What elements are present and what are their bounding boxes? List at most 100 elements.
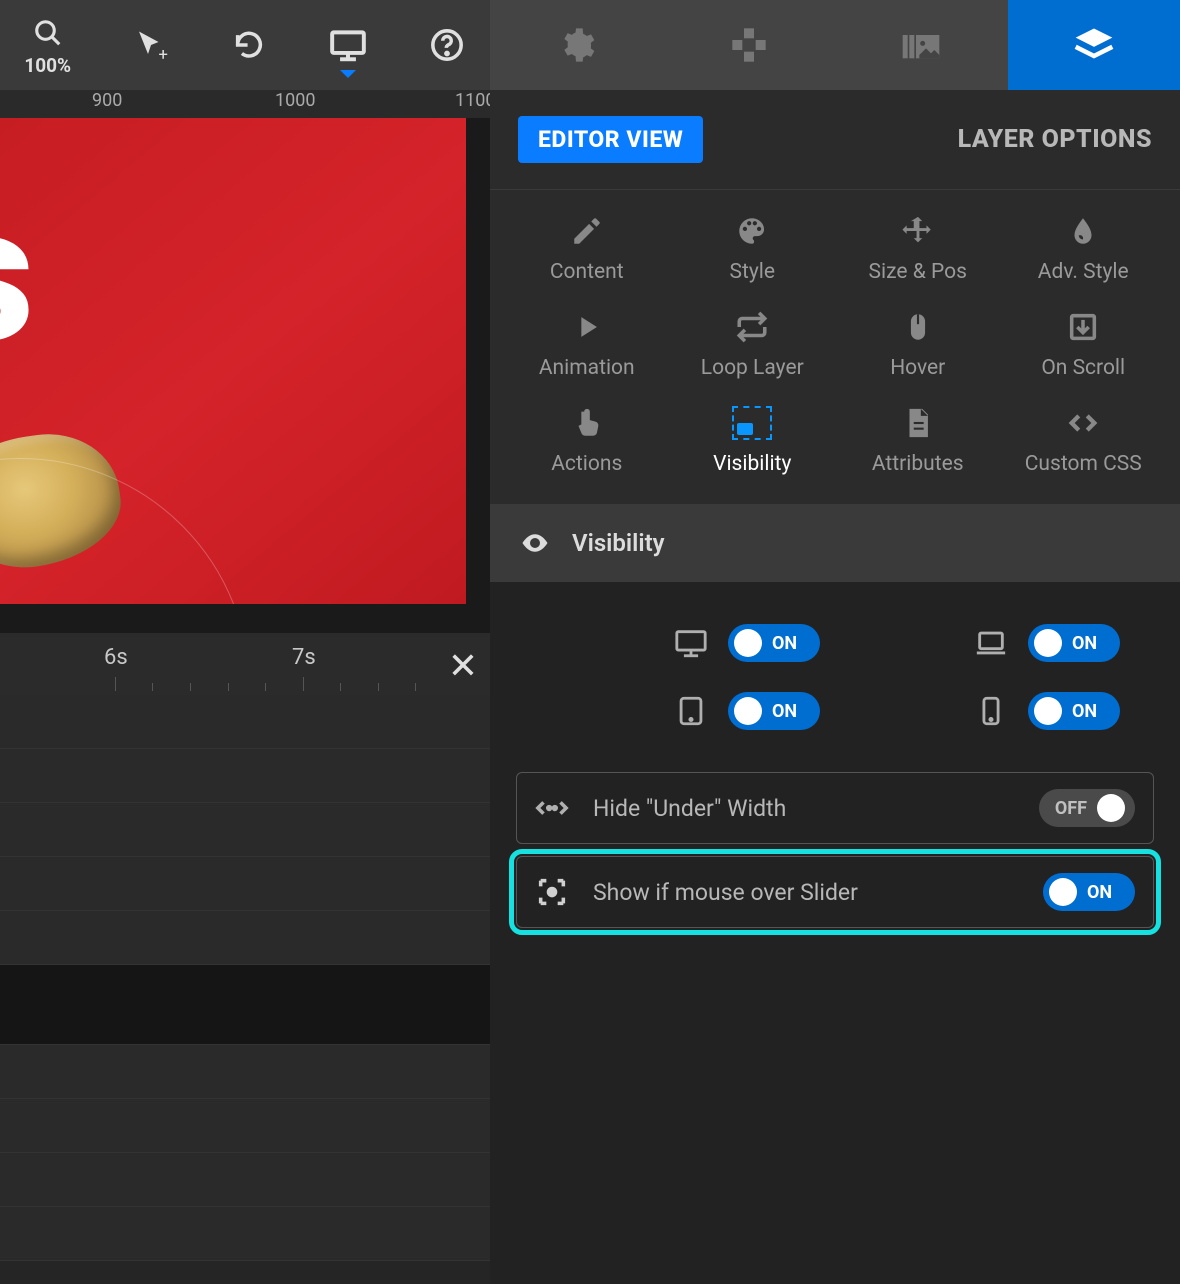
toggle-desktop[interactable]: ON <box>728 624 820 662</box>
opt-label: Hover <box>890 356 945 380</box>
layer-options-title: LAYER OPTIONS <box>958 125 1152 154</box>
loop-icon <box>735 310 769 344</box>
timeline-row[interactable] <box>0 695 490 749</box>
help-tool[interactable] <box>428 26 466 64</box>
vis-tablet: ON <box>674 692 820 730</box>
desktop-icon <box>329 26 367 64</box>
desktop-icon <box>674 626 708 660</box>
timeline-row[interactable] <box>0 1207 490 1261</box>
row-show-if-mouseover: Show if mouse over Slider ON <box>516 856 1154 928</box>
width-icon <box>535 791 569 825</box>
timeline-row[interactable] <box>0 749 490 803</box>
opt-adv-style[interactable]: Adv. Style <box>1001 214 1167 284</box>
move-icon <box>901 214 935 248</box>
ruler-mark: 1100 <box>455 90 490 111</box>
play-icon <box>570 310 604 344</box>
close-icon[interactable]: ✕ <box>448 645 478 687</box>
zoom-tool[interactable]: 100% <box>24 14 71 77</box>
toggle-label: ON <box>1072 633 1097 654</box>
canvas-text-layer[interactable]: ness <box>0 164 25 386</box>
tab-layers[interactable] <box>1008 0 1180 90</box>
canvas-area[interactable]: ness <box>0 118 490 633</box>
timeline-row[interactable] <box>0 803 490 857</box>
timeline-row[interactable] <box>0 1153 490 1207</box>
panel-tabs <box>490 0 1180 90</box>
timeline-row[interactable] <box>0 857 490 911</box>
palette-icon <box>735 214 769 248</box>
timeline-row[interactable] <box>0 1099 490 1153</box>
slide-canvas[interactable]: ness <box>0 118 466 604</box>
tablet-icon <box>674 694 708 728</box>
vis-desktop: ON <box>674 624 820 662</box>
timeline-row[interactable] <box>0 965 490 1045</box>
opt-on-scroll[interactable]: On Scroll <box>1001 310 1167 380</box>
opt-hover[interactable]: Hover <box>835 310 1001 380</box>
toggle-label: ON <box>1087 882 1112 903</box>
cursor-plus-icon: + <box>132 26 170 64</box>
timeline-row[interactable] <box>0 911 490 965</box>
decorative-curve <box>0 458 250 604</box>
toggle-label: OFF <box>1055 798 1087 819</box>
laptop-icon <box>974 626 1008 660</box>
row-label: Show if mouse over Slider <box>593 879 858 906</box>
gallery-icon <box>899 25 943 65</box>
mouse-icon <box>901 310 935 344</box>
gear-icon <box>556 25 596 65</box>
opt-label: Attributes <box>872 452 964 476</box>
toggle-laptop[interactable]: ON <box>1028 624 1120 662</box>
row-label: Hide "Under" Width <box>593 795 786 822</box>
opt-label: Style <box>729 260 775 284</box>
device-visibility-grid: ON ON ON ON <box>490 582 1180 766</box>
toggle-label: ON <box>1072 701 1097 722</box>
help-icon <box>428 26 466 64</box>
tab-navigation[interactable] <box>663 0 836 90</box>
ruler-mark: 900 <box>92 90 122 111</box>
tab-settings[interactable] <box>490 0 663 90</box>
opt-attributes[interactable]: Attributes <box>835 406 1001 476</box>
layer-option-grid: Content Style Size & Pos Adv. Style Anim… <box>490 190 1180 504</box>
opt-size-pos[interactable]: Size & Pos <box>835 214 1001 284</box>
zoom-label: 100% <box>24 54 71 77</box>
tab-media[interactable] <box>835 0 1008 90</box>
editor-left-panel: 100% + 900 1000 1100 ness <box>0 0 490 1284</box>
dpad-icon <box>729 25 769 65</box>
opt-actions[interactable]: Actions <box>504 406 670 476</box>
undo-icon <box>230 26 268 64</box>
timeline-row[interactable] <box>0 1045 490 1099</box>
opt-label: Loop Layer <box>701 356 804 380</box>
section-visibility-header: Visibility <box>490 504 1180 582</box>
vis-phone: ON <box>974 692 1120 730</box>
toggle-hide-under[interactable]: OFF <box>1039 789 1135 827</box>
editor-view-button[interactable]: EDITOR VIEW <box>518 116 703 163</box>
opt-label: Adv. Style <box>1038 260 1129 284</box>
layer-options-panel: EDITOR VIEW LAYER OPTIONS Content Style … <box>490 0 1180 1284</box>
editor-toolbar: 100% + <box>0 0 490 90</box>
visibility-icon <box>732 406 772 440</box>
time-mark: 7s <box>292 645 316 670</box>
ruler-mark: 1000 <box>275 90 315 111</box>
droplet-icon <box>1066 214 1100 248</box>
focus-icon <box>535 875 569 909</box>
undo-tool[interactable] <box>230 26 268 64</box>
opt-style[interactable]: Style <box>670 214 836 284</box>
opt-label: Animation <box>539 356 635 380</box>
device-preview[interactable] <box>329 26 367 64</box>
opt-animation[interactable]: Animation <box>504 310 670 380</box>
toggle-phone[interactable]: ON <box>1028 692 1120 730</box>
opt-content[interactable]: Content <box>504 214 670 284</box>
cursor-tool[interactable]: + <box>132 26 170 64</box>
touch-icon <box>570 406 604 440</box>
opt-visibility[interactable]: Visibility <box>670 406 836 476</box>
time-ticks <box>0 677 430 695</box>
download-icon <box>1066 310 1100 344</box>
magnifier-icon <box>29 14 67 52</box>
panel-header: EDITOR VIEW LAYER OPTIONS <box>490 90 1180 190</box>
toggle-label: ON <box>772 633 797 654</box>
time-mark: 6s <box>104 645 128 670</box>
toggle-tablet[interactable]: ON <box>728 692 820 730</box>
section-title-text: Visibility <box>572 529 665 557</box>
opt-loop-layer[interactable]: Loop Layer <box>670 310 836 380</box>
vis-laptop: ON <box>974 624 1120 662</box>
toggle-show-mouseover[interactable]: ON <box>1043 873 1135 911</box>
opt-custom-css[interactable]: Custom CSS <box>1001 406 1167 476</box>
